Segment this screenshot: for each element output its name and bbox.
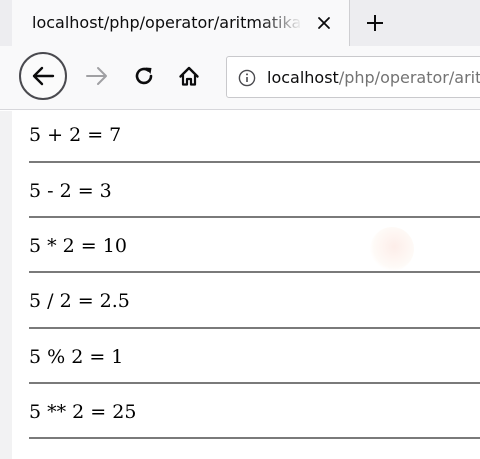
close-icon[interactable] [312, 11, 336, 35]
divider [29, 382, 480, 384]
url-host: localhost [267, 68, 339, 87]
url-path: /php/operator/aritmatika.php [338, 68, 480, 87]
result-subtraction: 5 - 2 = 3 [29, 180, 112, 202]
result-division: 5 / 2 = 2.5 [29, 290, 130, 312]
navigation-toolbar: localhost/php/operator/aritmatika.php [0, 46, 480, 110]
home-icon[interactable] [173, 60, 205, 92]
tab-strip: localhost/php/operator/aritmatika.php [0, 0, 480, 46]
page-content: 5 + 2 = 7 5 - 2 = 3 5 * 2 = 10 5 / 2 = 2… [0, 111, 480, 459]
reload-icon[interactable] [128, 60, 160, 92]
page-left-margin [0, 111, 12, 459]
tab-active[interactable]: localhost/php/operator/aritmatika.php [12, 0, 350, 46]
arrow-right-icon[interactable] [80, 60, 114, 92]
url-text: localhost/php/operator/aritmatika.php [267, 66, 480, 90]
divider [29, 161, 480, 163]
divider [29, 437, 480, 439]
watermark-logo [370, 227, 414, 271]
plus-icon[interactable] [360, 8, 390, 38]
tab-title: localhost/php/operator/aritmatika.php [32, 13, 302, 32]
info-icon[interactable] [237, 68, 257, 88]
result-addition: 5 + 2 = 7 [29, 124, 122, 146]
result-exponent: 5 ** 2 = 25 [29, 401, 137, 423]
result-modulus: 5 % 2 = 1 [29, 346, 124, 368]
url-input[interactable]: localhost/php/operator/aritmatika.php [226, 56, 480, 98]
divider [29, 327, 480, 329]
divider [29, 216, 480, 218]
result-multiplication: 5 * 2 = 10 [29, 235, 127, 257]
browser-window: localhost/php/operator/aritmatika.php [0, 0, 480, 459]
divider [29, 271, 480, 273]
arrow-left-icon[interactable] [19, 52, 67, 100]
